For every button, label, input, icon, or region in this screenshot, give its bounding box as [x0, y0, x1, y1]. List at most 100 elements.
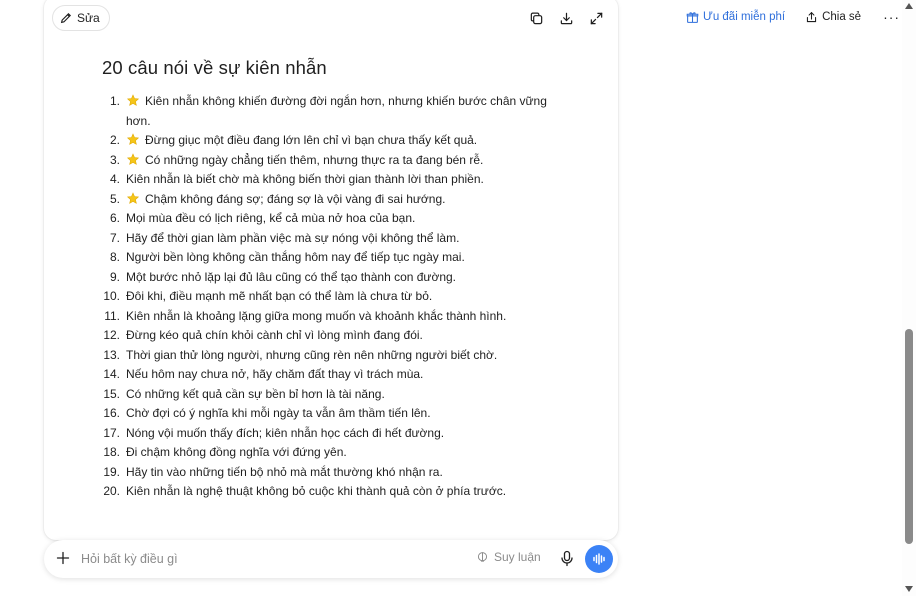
list-item-number: 16. [103, 406, 120, 420]
list-item-text: Đôi khi, điều mạnh mẽ nhất bạn có thể là… [126, 287, 570, 307]
list-item-number: 12. [103, 328, 120, 342]
quote-text: Đi chậm không đồng nghĩa với đứng yên. [126, 445, 347, 459]
list-item-number: 10. [103, 289, 120, 303]
list-item-number: 7. [109, 230, 120, 245]
quote-text: Thời gian thử lòng người, nhưng cũng rèn… [126, 347, 498, 362]
star-icon [126, 191, 140, 204]
scroll-down-arrow-icon[interactable] [905, 586, 913, 592]
lightbulb-icon [477, 551, 488, 562]
list-item-number: 2. [109, 133, 120, 147]
list-item-text: Mọi mùa đều có lịch riêng, kể cả mùa nở … [126, 209, 570, 229]
list-item: 12. Đừng kéo quả chín khỏi cành chỉ vì lò… [100, 326, 570, 346]
list-item-number: 15. [103, 386, 120, 401]
scroll-up-arrow-icon[interactable] [905, 3, 913, 9]
list-item-text: Kiên nhẫn không khiến đường đời ngắn hơn… [126, 92, 570, 131]
pencil-icon [60, 12, 72, 24]
list-item: 18. Đi chậm không đồng nghĩa với đứng yên… [100, 443, 570, 463]
quote-text: Nóng vội muốn thấy đích; kiên nhẫn học c… [126, 425, 445, 440]
list-item-number: 3. [109, 152, 120, 167]
star-icon [126, 94, 140, 106]
list-item: 9. Một bước nhỏ lặp lại đủ lâu cũng có th… [100, 268, 570, 288]
document-title: 20 câu nói về sự kiên nhẫn [102, 57, 327, 78]
free-offer-label: Ưu đãi miễn phí [703, 11, 786, 23]
list-item-number: 20. [103, 484, 120, 498]
list-item-number: 9. [109, 269, 120, 284]
quote-text: Hãy tin vào những tiến bộ nhỏ mà mắt thư… [126, 464, 443, 479]
list-item-text: Có những ngày chẳng tiến thêm, nhưng thự… [126, 151, 570, 171]
list-item-number: 18. [103, 445, 120, 459]
list-item-text: Kiên nhẫn là khoảng lặng giữa mong muốn … [126, 307, 570, 327]
prompt-input[interactable] [81, 549, 461, 569]
list-item-text: Người bền lòng không cần thắng hôm nay đ… [126, 248, 570, 268]
copy-icon[interactable] [528, 10, 544, 26]
list-item: 2. Đừng giục một điều đang lớn lên chỉ vì… [100, 131, 570, 151]
list-item-number: 14. [103, 367, 120, 381]
quote-text: Có những ngày chẳng tiến thêm, nhưng thự… [145, 152, 484, 167]
quote-text: Nếu hôm nay chưa nở, hãy chăm đất thay v… [126, 367, 424, 381]
download-icon[interactable] [558, 10, 574, 26]
list-item: 17. Nóng vội muốn thấy đích; kiên nhẫn họ… [100, 424, 570, 444]
list-item-text: Chờ đợi có ý nghĩa khi mỗi ngày ta vẫn â… [126, 404, 570, 424]
quote-text: Chờ đợi có ý nghĩa khi mỗi ngày ta vẫn â… [126, 406, 431, 420]
list-item-number: 17. [103, 425, 120, 440]
list-item: 3. Có những ngày chẳng tiến thêm, nhưng t… [100, 151, 570, 171]
list-item: 19. Hãy tin vào những tiến bộ nhỏ mà mắt … [100, 463, 570, 483]
quote-text: Kiên nhẫn là khoảng lặng giữa mong muốn … [126, 308, 507, 323]
quote-text: Chậm không đáng sợ; đáng sợ là vội vàng … [145, 191, 446, 206]
edit-button[interactable]: Sửa [52, 5, 110, 31]
list-item: 6. Mọi mùa đều có lịch riêng, kể cả mùa n… [100, 209, 570, 229]
list-item: 7. Hãy để thời gian làm phần việc mà sự n… [100, 229, 570, 249]
expand-icon[interactable] [588, 10, 604, 26]
page-scrollbar[interactable] [902, 0, 916, 596]
list-item-text: Kiên nhẫn là nghệ thuật không bỏ cuộc kh… [126, 482, 570, 502]
top-right-header: Ưu đãi miễn phí Chia sẻ ··· [686, 9, 900, 25]
list-item-number: 19. [103, 464, 120, 479]
reasoning-label: Suy luận [494, 550, 541, 564]
list-item-number: 4. [109, 172, 120, 186]
document-toolbar [528, 10, 604, 26]
list-item-text: Đừng kéo quả chín khỏi cành chỉ vì lòng … [126, 326, 570, 346]
list-item: 1. Kiên nhẫn không khiến đường đời ngắn h… [100, 92, 570, 131]
microphone-icon[interactable] [560, 550, 574, 567]
list-item-text: Chậm không đáng sợ; đáng sợ là vội vàng … [126, 190, 570, 210]
list-item-text: Một bước nhỏ lặp lại đủ lâu cũng có thể … [126, 268, 570, 288]
quote-text: Mọi mùa đều có lịch riêng, kể cả mùa nở … [126, 211, 416, 225]
chat-composer: Suy luận [44, 540, 618, 578]
list-item-number: 8. [109, 250, 120, 264]
list-item-text: Kiên nhẫn là biết chờ mà không biến thời… [126, 170, 570, 190]
list-item: 13. Thời gian thử lòng người, nhưng cũng … [100, 346, 570, 366]
list-item-text: Nóng vội muốn thấy đích; kiên nhẫn học c… [126, 424, 570, 444]
list-item-number: 5. [109, 191, 120, 206]
quote-text: Kiên nhẫn là nghệ thuật không bỏ cuộc kh… [126, 484, 507, 498]
quote-text: Kiên nhẫn không khiến đường đời ngắn hơn… [126, 94, 547, 128]
quote-list: 1. Kiên nhẫn không khiến đường đời ngắn h… [100, 92, 570, 502]
reasoning-button[interactable]: Suy luận [476, 550, 541, 564]
share-button[interactable]: Chia sẻ [805, 11, 861, 24]
free-offer-button[interactable]: Ưu đãi miễn phí [686, 11, 785, 24]
list-item: 4. Kiên nhẫn là biết chờ mà không biến th… [100, 170, 570, 190]
list-item: 11. Kiên nhẫn là khoảng lặng giữa mong mu… [100, 307, 570, 327]
list-item-number: 1. [109, 94, 120, 108]
list-item: 8. Người bền lòng không cần thắng hôm nay… [100, 248, 570, 268]
list-item: 14. Nếu hôm nay chưa nở, hãy chăm đất tha… [100, 365, 570, 385]
more-options-icon[interactable]: ··· [883, 9, 900, 25]
quote-text: Đừng kéo quả chín khỏi cành chỉ vì lòng … [126, 328, 423, 342]
plus-icon[interactable] [55, 550, 71, 566]
quote-text: Kiên nhẫn là biết chờ mà không biến thời… [126, 172, 484, 186]
list-item-text: Đi chậm không đồng nghĩa với đứng yên. [126, 443, 570, 463]
list-item-number: 6. [109, 211, 120, 225]
edit-button-label: Sửa [77, 11, 100, 25]
quote-text: Đừng giục một điều đang lớn lên chỉ vì b… [145, 133, 478, 147]
star-icon [126, 133, 140, 145]
list-item-text: Nếu hôm nay chưa nở, hãy chăm đất thay v… [126, 365, 570, 385]
sound-wave-icon [593, 553, 605, 565]
quote-text: Có những kết quả cần sự bền bỉ hơn là tà… [126, 386, 385, 401]
list-item: 10. Đôi khi, điều mạnh mẽ nhất bạn có thể… [100, 287, 570, 307]
list-item-text: Đừng giục một điều đang lớn lên chỉ vì b… [126, 131, 570, 151]
scrollbar-thumb[interactable] [905, 329, 913, 544]
quote-text: Một bước nhỏ lặp lại đủ lâu cũng có thể … [126, 269, 457, 284]
list-item: 5. Chậm không đáng sợ; đáng sợ là vội vàn… [100, 190, 570, 210]
quote-text: Hãy để thời gian làm phần việc mà sự nón… [126, 230, 460, 245]
share-icon [806, 11, 817, 22]
voice-mode-button[interactable] [585, 545, 613, 573]
